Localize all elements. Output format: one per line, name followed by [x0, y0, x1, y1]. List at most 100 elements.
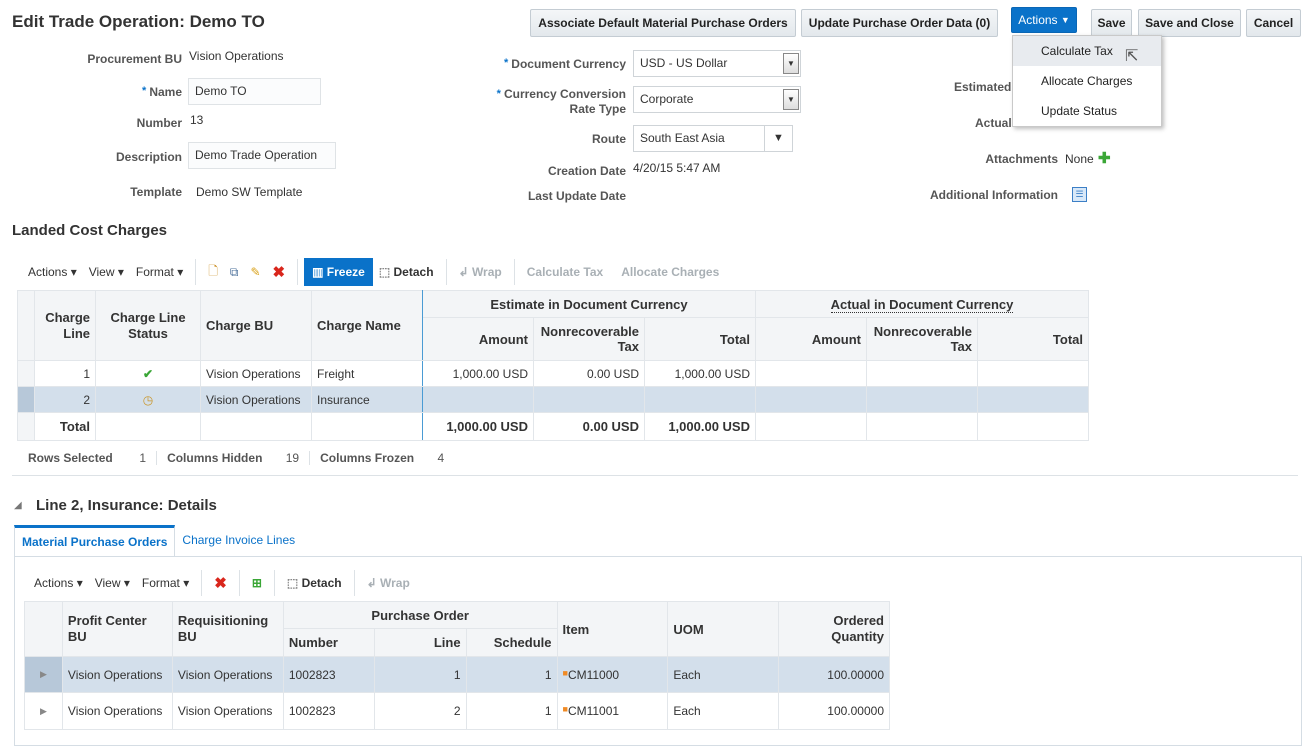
ordered-quantity: 100.00000 — [778, 692, 890, 730]
cancel-button[interactable]: Cancel — [1246, 9, 1301, 37]
tab-material-purchase-orders[interactable]: Material Purchase Orders — [14, 525, 176, 556]
actions-menu[interactable]: Actions ▾ — [28, 576, 89, 590]
col-po-schedule[interactable]: Schedule — [465, 628, 558, 657]
expand-row-icon[interactable]: ▶ — [24, 692, 63, 730]
col-uom[interactable]: UOM — [667, 601, 780, 657]
item: ■CM11001 — [556, 692, 669, 730]
edit-pencil-icon[interactable]: ✎ — [244, 265, 266, 279]
tab-charge-invoice-lines[interactable]: Charge Invoice Lines — [175, 525, 302, 556]
add-attachment-icon[interactable]: ✚ — [1098, 149, 1111, 167]
col-act-nonrec-tax[interactable]: Nonrecoverable Tax — [866, 317, 978, 361]
actual-label: Actual — [975, 116, 1012, 130]
menu-item-update-status[interactable]: Update Status — [1013, 96, 1161, 126]
detach-button[interactable]: ⬚ Detach — [373, 265, 440, 279]
col-act-amount[interactable]: Amount — [755, 317, 867, 361]
ordered-quantity: 100.00000 — [778, 656, 890, 693]
po-number: 1002823 — [282, 656, 375, 693]
col-profit-center-bu[interactable]: Profit Center BU — [61, 601, 173, 657]
add-row-icon[interactable]: ⊞ — [246, 576, 268, 590]
table-row[interactable]: ▶ Vision Operations Vision Operations 10… — [24, 692, 890, 730]
table-row[interactable]: ▶ Vision Operations Vision Operations 10… — [24, 656, 890, 693]
update-po-data-button[interactable]: Update Purchase Order Data (0) — [801, 9, 998, 37]
conversion-rate-type-select[interactable]: Corporate ▼ — [633, 86, 801, 113]
menu-item-calculate-tax[interactable]: Calculate Tax — [1013, 36, 1161, 66]
delete-icon[interactable]: ✖ — [208, 574, 233, 592]
additional-information-icon[interactable]: ☰ — [1072, 187, 1087, 202]
col-po-line[interactable]: Line — [373, 628, 467, 657]
est-nonrec-tax: 0.00 USD — [533, 360, 645, 387]
name-input[interactable]: Demo TO — [188, 78, 321, 105]
table-row[interactable]: 1 ✔ Vision Operations Freight 1,000.00 U… — [17, 360, 1089, 387]
detach-icon: ⬚ — [378, 265, 391, 279]
col-act-total[interactable]: Total — [977, 317, 1089, 361]
col-requisitioning-bu[interactable]: Requisitioning BU — [171, 601, 284, 657]
freeze-button[interactable]: ▥ Freeze — [304, 258, 373, 286]
col-est-nonrec-tax[interactable]: Nonrecoverable Tax — [533, 317, 645, 361]
charge-name: Freight — [311, 360, 423, 387]
actions-menu-button[interactable]: Actions ▼ — [1011, 7, 1077, 33]
delete-icon[interactable]: ✖ — [267, 263, 292, 281]
po-schedule: 1 — [465, 656, 558, 693]
actions-dropdown-menu: Calculate Tax Allocate Charges Update St… — [1012, 35, 1162, 127]
last-update-date-label: Last Update Date — [527, 189, 626, 203]
actions-menu[interactable]: Actions ▾ — [22, 265, 83, 279]
group-purchase-order: Purchase Order — [282, 601, 558, 629]
route-select[interactable]: South East Asia ▼ — [633, 125, 793, 152]
total-nonrec-tax: 0.00 USD — [533, 412, 645, 441]
col-po-number[interactable]: Number — [282, 628, 375, 657]
format-menu[interactable]: Format ▾ — [130, 265, 189, 279]
duplicate-icon[interactable]: ⧉ — [224, 265, 245, 280]
save-button[interactable]: Save — [1091, 9, 1132, 37]
allocate-charges-button[interactable]: Allocate Charges — [615, 265, 725, 279]
create-icon[interactable]: 🗋 — [202, 262, 224, 283]
menu-item-allocate-charges[interactable]: Allocate Charges — [1013, 66, 1161, 96]
conversion-rate-type-label: * Currency Conversion Rate Type — [496, 87, 626, 116]
associate-default-pos-button[interactable]: Associate Default Material Purchase Orde… — [530, 9, 796, 37]
collapse-triangle-icon[interactable]: ◢ — [14, 500, 22, 511]
chevron-down-icon: ▼ — [1060, 15, 1070, 25]
document-currency-select[interactable]: USD - US Dollar ▼ — [633, 50, 801, 77]
uom: Each — [667, 656, 780, 693]
charge-line: 2 — [34, 386, 96, 413]
col-charge-bu[interactable]: Charge BU — [200, 290, 312, 361]
chevron-down-icon[interactable]: ▼ — [783, 89, 799, 110]
col-est-amount[interactable]: Amount — [422, 317, 534, 361]
detach-icon: ⬚ — [286, 576, 299, 590]
chevron-down-icon[interactable]: ▼ — [783, 53, 799, 74]
route-label: Route — [592, 132, 626, 146]
attachments-value: None — [1065, 152, 1094, 166]
template-label: Template — [130, 185, 182, 199]
est-total: 1,000.00 USD — [644, 360, 756, 387]
creation-date-label: Creation Date — [547, 164, 626, 178]
col-charge-name[interactable]: Charge Name — [311, 290, 423, 361]
format-menu[interactable]: Format ▾ — [136, 576, 195, 590]
description-input[interactable]: Demo Trade Operation — [188, 142, 336, 169]
wrap-button[interactable]: ↲ Wrap — [361, 576, 416, 590]
template-value: Demo SW Template — [196, 185, 303, 199]
number-label: Number — [136, 116, 182, 130]
total-label: Total — [34, 412, 96, 441]
attachments-label: Attachments — [985, 152, 1058, 166]
table-row[interactable]: 2 ◷ Vision Operations Insurance — [17, 386, 1089, 413]
chevron-down-icon[interactable]: ▼ — [764, 126, 792, 151]
charge-line: 1 — [34, 360, 96, 387]
col-item[interactable]: Item — [556, 601, 669, 657]
group-actual: Actual in Document Currency — [755, 290, 1089, 318]
save-and-close-button[interactable]: Save and Close — [1138, 9, 1241, 37]
po-line: 2 — [373, 692, 467, 730]
view-menu[interactable]: View ▾ — [89, 576, 136, 590]
wrap-button[interactable]: ↲ Wrap — [453, 265, 508, 279]
col-ordered-quantity[interactable]: Ordered Quantity — [778, 601, 890, 657]
pending-clock-icon: ◷ — [95, 386, 201, 413]
calculate-tax-button[interactable]: Calculate Tax — [521, 265, 609, 279]
col-est-total[interactable]: Total — [644, 317, 756, 361]
expand-row-icon[interactable]: ▶ — [24, 656, 63, 693]
est-amount: 1,000.00 USD — [422, 360, 534, 387]
view-menu[interactable]: View ▾ — [83, 265, 130, 279]
col-charge-line[interactable]: Charge Line — [34, 290, 96, 361]
wrap-icon: ↲ — [366, 576, 377, 590]
material-purchase-orders-table: Profit Center BU Requisitioning BU Purch… — [24, 601, 890, 730]
detach-button[interactable]: ⬚ Detach — [281, 576, 348, 590]
estimated-label: Estimated — [954, 80, 1012, 94]
col-charge-line-status[interactable]: Charge Line Status — [95, 290, 201, 361]
